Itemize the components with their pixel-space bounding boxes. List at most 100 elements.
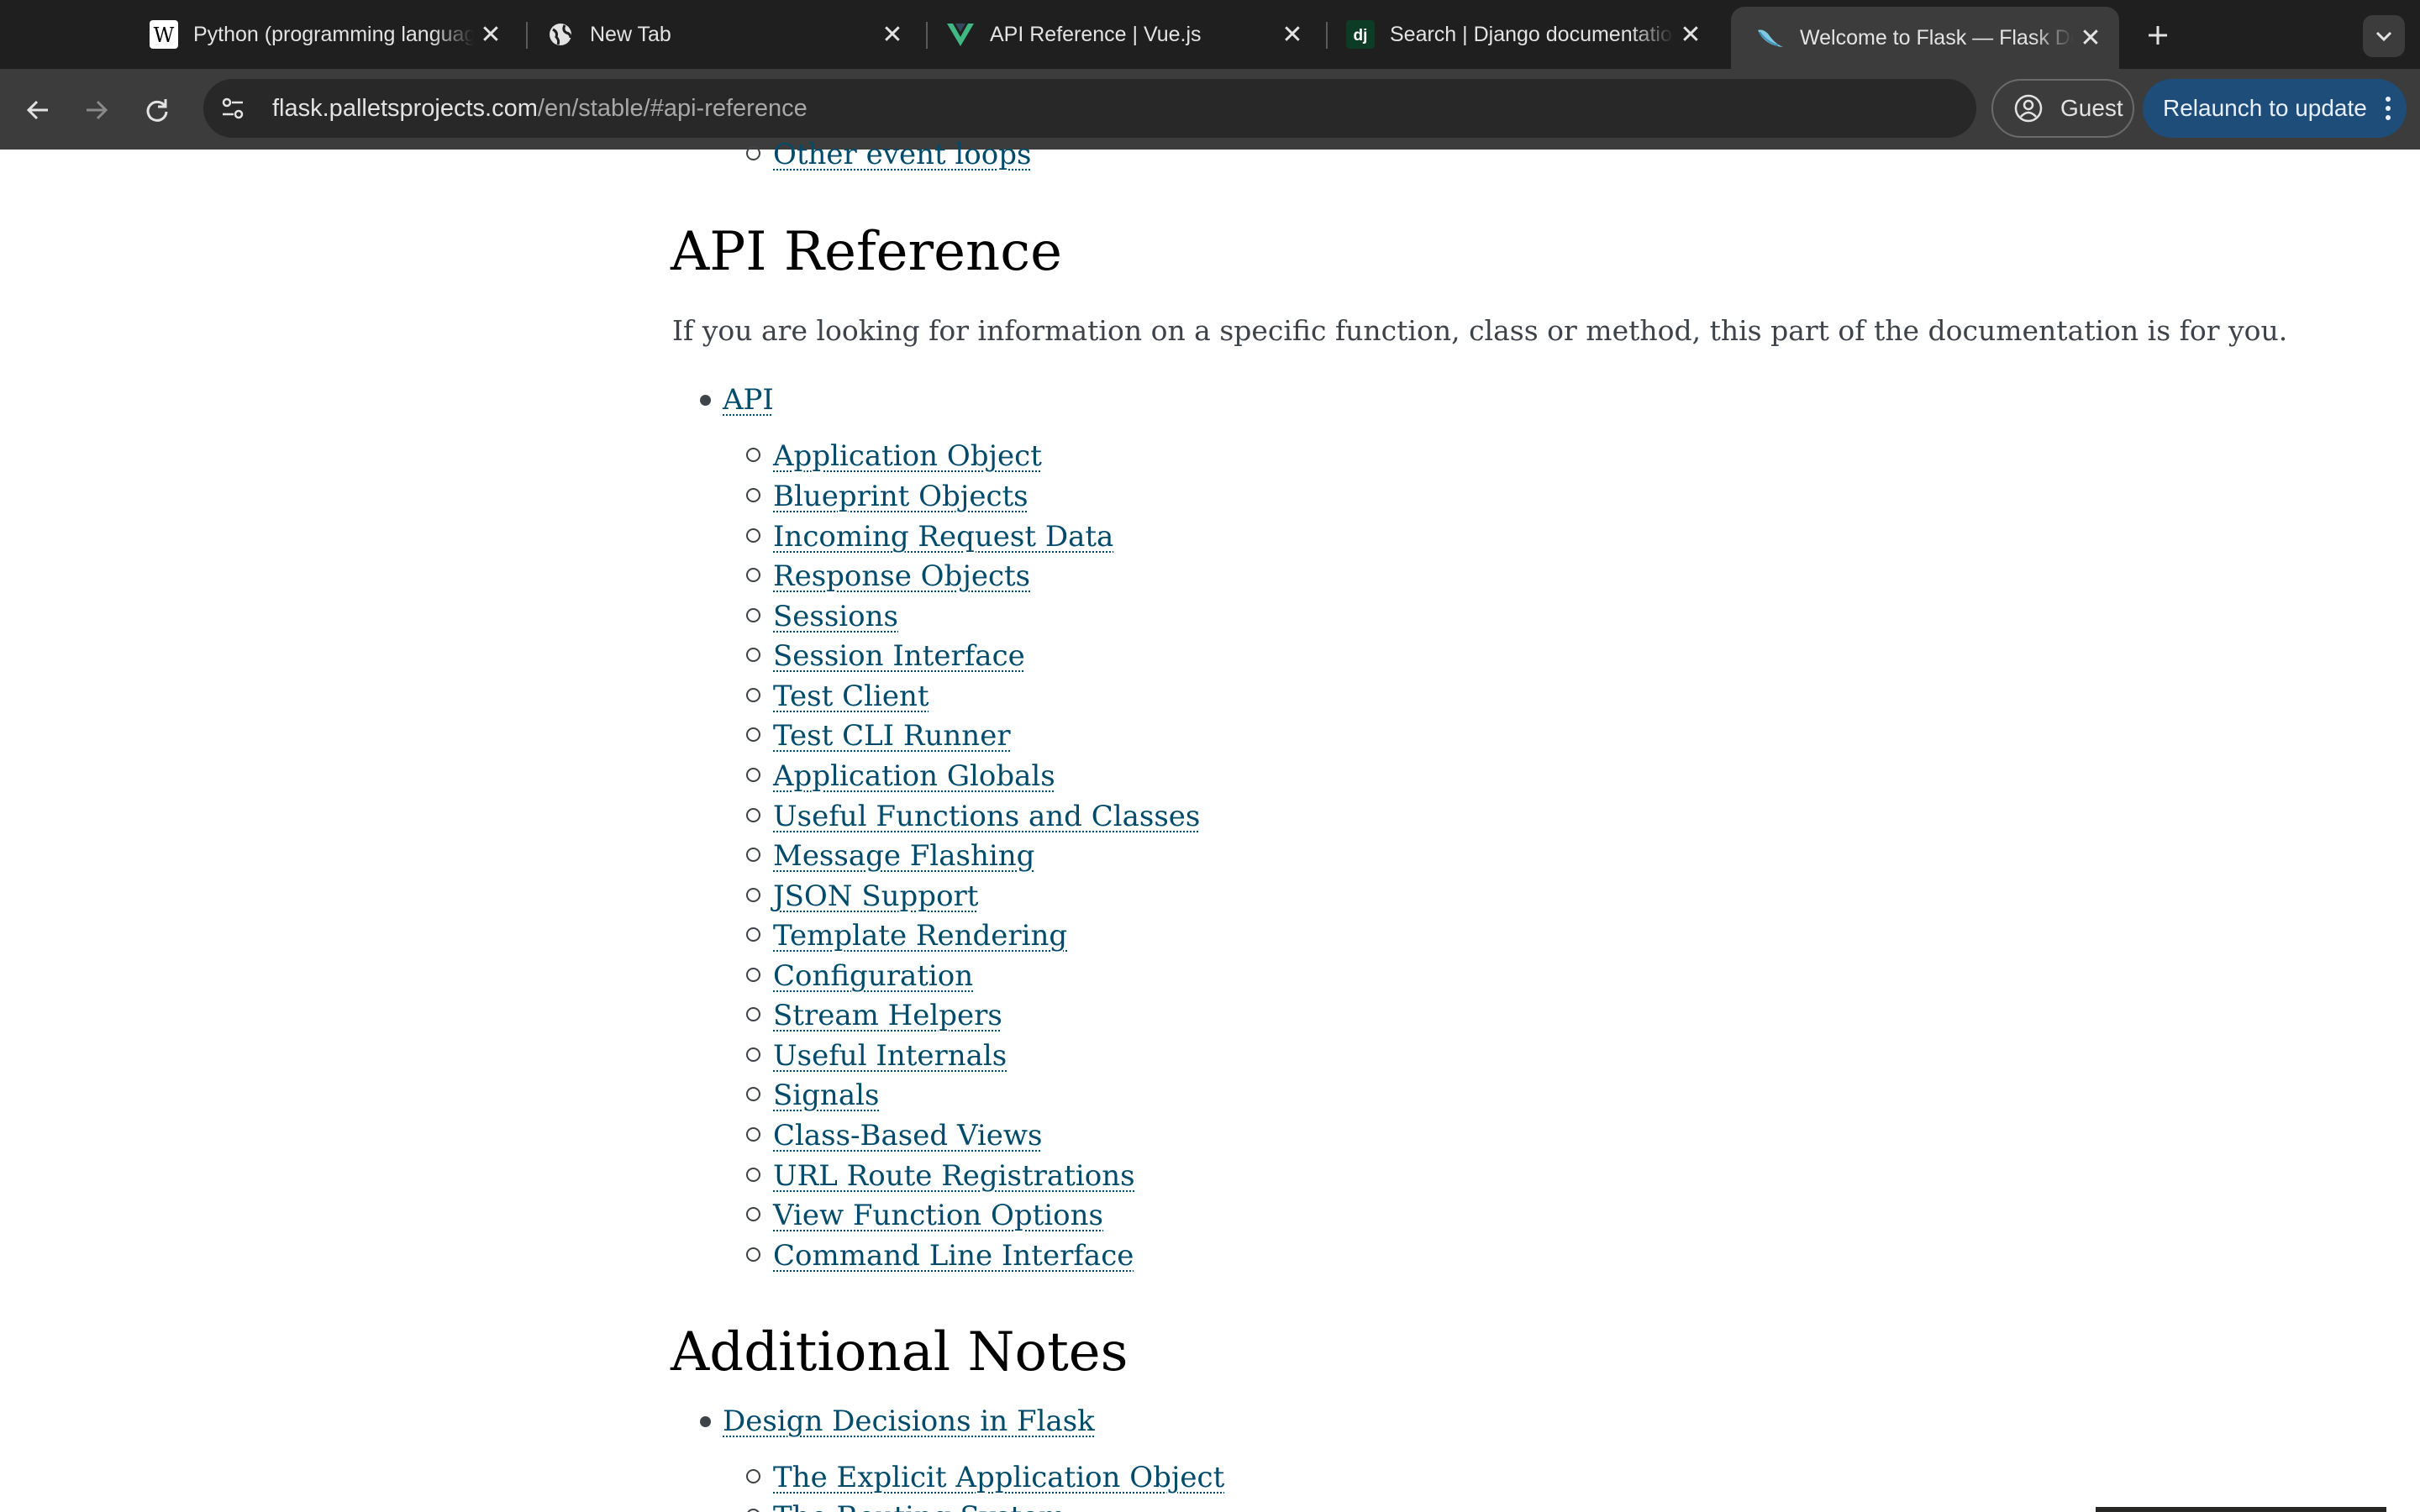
tab-title: API Reference | Vue.js [990,22,1202,46]
close-tab-icon[interactable]: ✕ [2074,21,2107,55]
list-bullet [746,727,760,742]
toc-link[interactable]: Signals [773,1079,879,1112]
address-bar[interactable]: flask.palletsprojects.com/en/stable/#api… [203,79,1976,138]
list-bullet [746,448,760,462]
toc-link[interactable]: Configuration [773,959,973,993]
list-bullet [746,528,760,543]
toc-link[interactable]: Useful Internals [773,1039,1007,1073]
toc-link-other-event-loops[interactable]: Other event loops [773,138,1031,171]
list-bullet [746,808,760,822]
readthedocs-flyout[interactable]: AZ en stable [2096,1507,2386,1512]
list-bullet [746,1087,760,1101]
tab-new-tab[interactable]: New Tab ✕ [521,0,921,69]
list-bullet [746,1127,760,1142]
toc-link-design-decisions[interactable]: Design Decisions in Flask [723,1404,1095,1438]
close-tab-icon[interactable]: ✕ [876,18,909,51]
close-tab-icon[interactable]: ✕ [474,18,508,51]
browser-toolbar: flask.palletsprojects.com/en/stable/#api… [0,69,2420,150]
list-bullet [746,848,760,862]
toc-link[interactable]: URL Route Registrations [773,1159,1135,1193]
tab-vue-api-reference[interactable]: API Reference | Vue.js ✕ [921,0,1321,69]
toc-link[interactable]: Template Rendering [773,919,1067,953]
tab-title: Search | Django documentation [1390,22,1674,46]
toc-link[interactable]: Test CLI Runner [773,719,1011,753]
list-bullet [746,1168,760,1182]
section-intro: If you are looking for information on a … [672,314,2288,347]
forward-button[interactable] [76,89,118,131]
relaunch-label: Relaunch to update [2163,95,2367,121]
list-bullet [746,927,760,942]
wikipedia-icon: W [150,20,178,49]
list-bullet [746,568,760,582]
tab-title: Welcome to Flask — Flask Documentation [1800,25,2074,50]
toc-link[interactable]: Useful Functions and Classes [773,800,1200,833]
toc-link[interactable]: Session Interface [773,639,1025,673]
url-path: /en/stable/#api-reference [537,94,808,122]
profile-avatar-icon [2012,92,2045,125]
tab-strip: W Python (programming language) ✕ New Ta… [0,0,2420,69]
close-tab-icon[interactable]: ✕ [1674,18,1707,51]
toc-link[interactable]: JSON Support [773,879,978,913]
list-bullet [746,1509,760,1512]
tab-flask-docs[interactable]: Welcome to Flask — Flask Documentation ✕ [1731,7,2119,69]
list-bullet [746,768,760,782]
list-bullet [746,146,760,160]
flask-icon [1756,24,1785,52]
profile-label: Guest [2060,95,2123,121]
toc-link[interactable]: Blueprint Objects [773,480,1028,513]
toc-link[interactable]: Test Client [773,680,929,713]
toc-link[interactable]: Command Line Interface [773,1239,1134,1273]
list-bullet [746,648,760,662]
toc-link[interactable]: The Explicit Application Object [773,1461,1224,1494]
toc-link[interactable]: Incoming Request Data [773,520,1113,554]
section-heading-additional-notes: Additional Notes [671,1321,1128,1383]
toc-link[interactable]: The Routing System [773,1500,1065,1512]
site-info-icon[interactable] [212,87,254,129]
vue-icon [946,20,975,49]
list-bullet [746,1247,760,1262]
forward-arrow-icon [87,100,108,120]
globe-icon [546,20,575,49]
url-host: flask.palletsprojects.com [272,94,538,122]
toc-link[interactable]: Application Object [773,439,1042,473]
section-heading-api-reference: API Reference [671,221,1062,283]
reload-icon [146,99,168,122]
tab-django-search[interactable]: dj Search | Django documentation ✕ [1321,0,1719,69]
svg-text:dj: dj [1354,27,1368,45]
list-bullet [746,1047,760,1062]
kebab-menu-icon[interactable] [2375,87,2401,129]
list-bullet [746,888,760,902]
list-bullet [746,488,760,502]
tab-python-wikipedia[interactable]: W Python (programming language) ✕ [124,0,519,69]
django-icon: dj [1346,20,1375,49]
reload-button[interactable] [136,89,178,131]
toc-link-api[interactable]: API [723,383,774,417]
svg-text:W: W [154,24,175,47]
list-bullet [746,1469,760,1483]
relaunch-button[interactable]: Relaunch to update [2143,79,2407,138]
list-bullet [746,1007,760,1021]
toc-link[interactable]: Stream Helpers [773,999,1002,1032]
toc-link[interactable]: Class-Based Views [773,1119,1042,1152]
back-arrow-icon [26,100,48,120]
toc-link[interactable]: Message Flashing [773,839,1034,873]
list-bullet [746,688,760,702]
list-bullet [746,968,760,982]
tab-search-button[interactable] [2363,15,2405,57]
back-button[interactable] [17,89,59,131]
close-tab-icon[interactable]: ✕ [1276,18,1309,51]
toc-link[interactable]: Response Objects [773,559,1030,593]
new-tab-button[interactable] [2138,15,2178,55]
toc-link[interactable]: Sessions [773,600,898,633]
url-text[interactable]: flask.palletsprojects.com/en/stable/#api… [272,95,808,123]
list-bullet [700,395,711,406]
profile-button[interactable]: Guest [1991,79,2134,138]
tab-title: New Tab [590,22,671,46]
toc-link[interactable]: Application Globals [773,759,1055,793]
list-bullet [700,1416,711,1427]
list-bullet [746,608,760,622]
toc-link[interactable]: View Function Options [773,1199,1103,1232]
documentation-page: Other event loops API Reference If you a… [0,138,2420,1512]
list-bullet [746,1207,760,1221]
tab-title: Python (programming language) [193,22,474,46]
